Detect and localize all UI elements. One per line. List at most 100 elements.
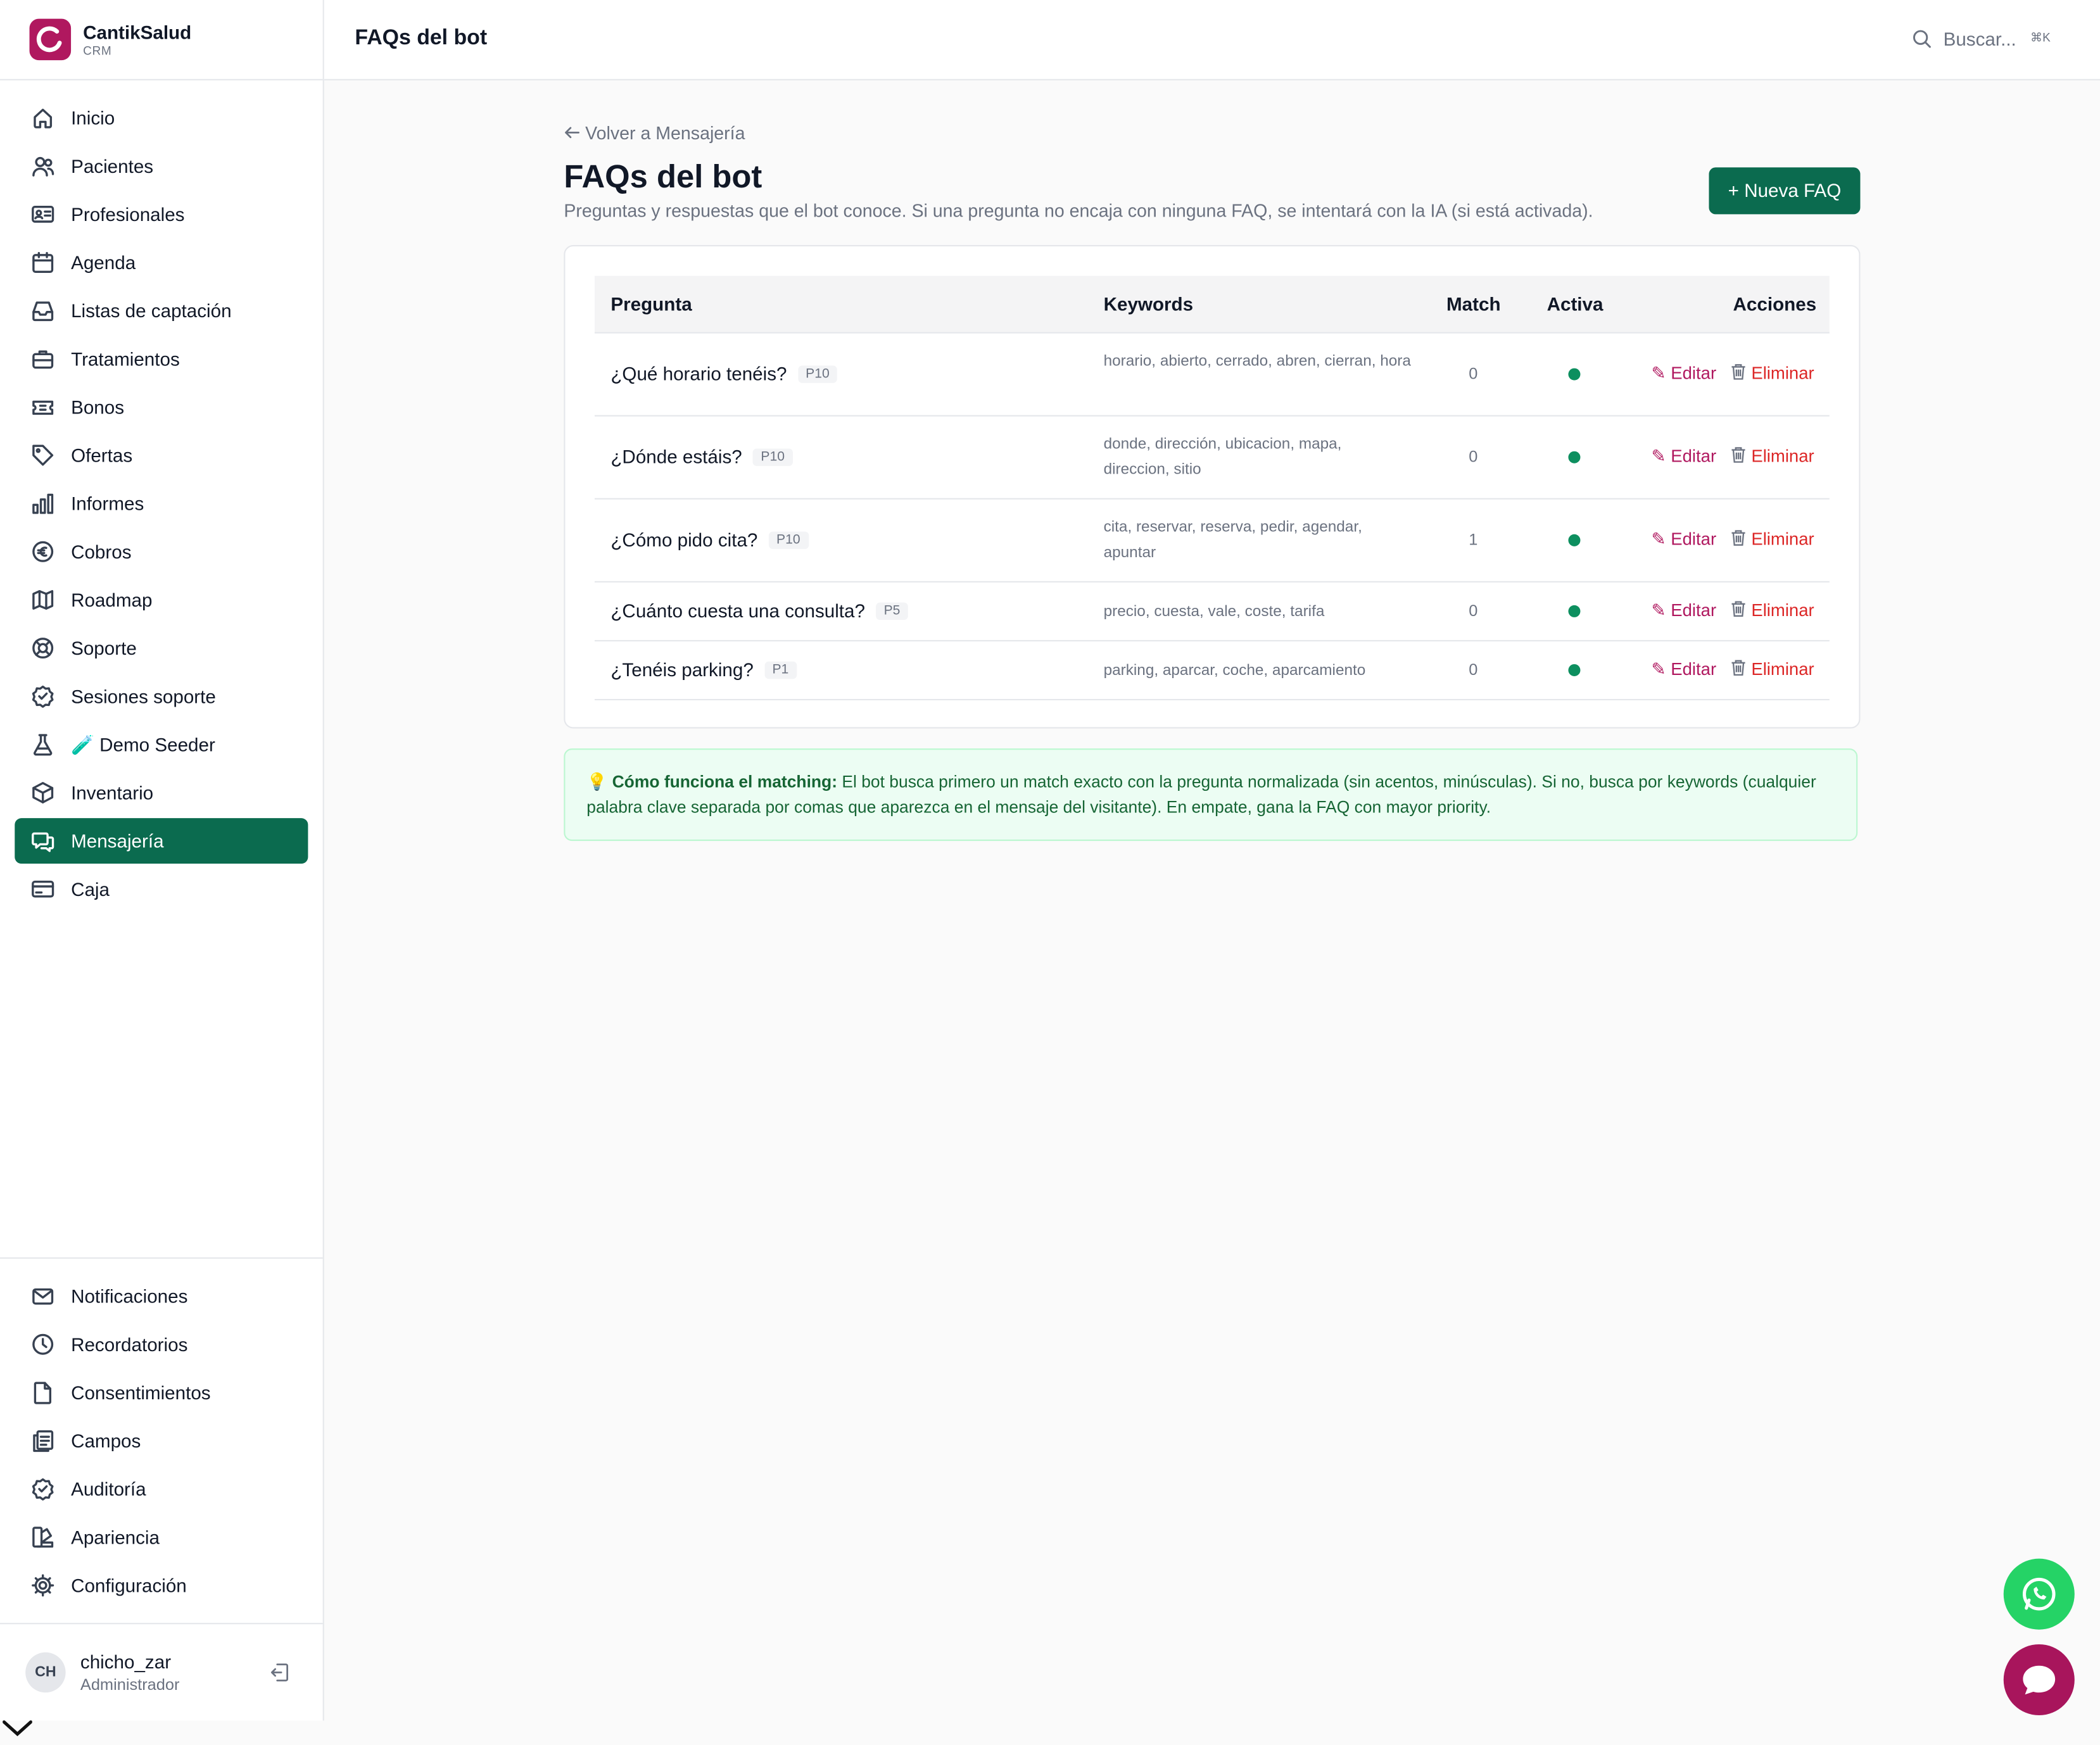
shield-check-icon [31, 1477, 55, 1501]
trash-icon [1730, 362, 1746, 382]
chat-bubble-icon [2023, 1665, 2056, 1695]
sidebar-item-mail[interactable]: Notificaciones [15, 1273, 308, 1319]
page-title: FAQs del bot [564, 159, 762, 196]
logout-icon[interactable] [269, 1661, 291, 1683]
sidebar-item-gear[interactable]: Configuración [15, 1563, 308, 1608]
sidebar-item-credit-card[interactable]: Caja [15, 866, 308, 912]
whatsapp-button[interactable] [2003, 1558, 2075, 1630]
avatar[interactable]: CH [25, 1652, 66, 1693]
sidebar-item-ticket[interactable]: Bonos [15, 384, 308, 430]
back-link[interactable]: Volver a Mensajería [564, 123, 745, 145]
question-text: ¿Qué horario tenéis? [610, 362, 787, 384]
matching-info-box: 💡 Cómo funciona el matching: El bot busc… [564, 748, 1858, 841]
sidebar-divider [0, 1257, 323, 1259]
question-text: ¿Cómo pido cita? [610, 528, 758, 550]
question-text: ¿Dónde estáis? [610, 445, 742, 467]
faq-keywords: cita, reservar, reserva, pedir, agendar,… [1103, 519, 1362, 561]
sidebar-item-lifebuoy[interactable]: Soporte [15, 626, 308, 671]
sidebar-item-label: Sesiones soporte [71, 685, 216, 707]
search-input[interactable]: Buscar... ⌘K [1911, 24, 2059, 56]
edit-button[interactable]: ✎ Editar [1652, 658, 1717, 679]
edit-button[interactable]: ✎ Editar [1652, 528, 1717, 550]
sidebar-item-flask[interactable]: 🧪 Demo Seeder [15, 722, 308, 767]
faq-question: ¿Dónde estáis? P10 [610, 445, 793, 467]
chevron-down-icon[interactable] [2, 1719, 33, 1738]
edit-button[interactable]: ✎ Editar [1652, 445, 1717, 467]
edit-label: Editar [1671, 362, 1717, 382]
sidebar-item-inbox[interactable]: Listas de captación [15, 288, 308, 334]
sidebar-item-tag[interactable]: Ofertas [15, 432, 308, 478]
sidebar-item-chat[interactable]: Mensajería [15, 818, 308, 864]
active-status-dot [1568, 534, 1581, 546]
brand-logo[interactable] [29, 18, 72, 61]
delete-button[interactable]: Eliminar [1730, 528, 1814, 548]
header-actions: Acciones [1733, 293, 1817, 315]
sidebar-item-bar-chart[interactable]: Informes [15, 481, 308, 526]
edit-label: Editar [1671, 528, 1717, 549]
sidebar-item-briefcase[interactable]: Tratamientos [15, 336, 308, 382]
sidebar-item-users[interactable]: Pacientes [15, 143, 308, 189]
delete-label: Eliminar [1751, 599, 1814, 620]
sidebar-item-shield-check[interactable]: Auditoría [15, 1466, 308, 1512]
sidebar-item-label: Auditoría [71, 1478, 146, 1500]
priority-badge: P10 [752, 449, 793, 467]
sidebar-item-label: Listas de captación [71, 299, 232, 322]
sidebar-item-check-badge[interactable]: Sesiones soporte [15, 674, 308, 719]
trash-icon [1730, 658, 1746, 678]
sidebar-item-box[interactable]: Inventario [15, 770, 308, 816]
match-count: 1 [1469, 529, 1478, 549]
delete-button[interactable]: Eliminar [1730, 445, 1814, 465]
trash-icon [1730, 599, 1746, 619]
sidebar-item-label: Profesionales [71, 203, 185, 225]
chat-widget-button[interactable] [2003, 1644, 2075, 1716]
sidebar-item-map[interactable]: Roadmap [15, 577, 308, 622]
back-link-label: Volver a Mensajería [585, 123, 745, 144]
new-faq-button[interactable]: + Nueva FAQ [1709, 167, 1861, 215]
calendar-icon [31, 250, 55, 274]
users-icon [31, 154, 55, 178]
delete-label: Eliminar [1751, 528, 1814, 549]
delete-button[interactable]: Eliminar [1730, 599, 1814, 619]
sidebar-item-label: Informes [71, 493, 144, 515]
briefcase-icon [31, 347, 55, 371]
sidebar-item-euro[interactable]: Cobros [15, 529, 308, 574]
brand-name: CantikSalud [83, 21, 192, 43]
delete-button[interactable]: Eliminar [1730, 362, 1814, 382]
sidebar-item-calendar[interactable]: Agenda [15, 240, 308, 286]
keyboard-shortcut: ⌘K [2030, 30, 2051, 44]
pencil-icon: ✎ [1651, 528, 1666, 549]
edit-button[interactable]: ✎ Editar [1652, 362, 1717, 384]
sidebar-item-clipboard[interactable]: Campos [15, 1418, 308, 1464]
sidebar-item-label: Mensajería [71, 830, 164, 852]
id-card-icon [31, 202, 55, 226]
edit-label: Editar [1671, 599, 1717, 620]
sidebar-item-label: Notificaciones [71, 1285, 188, 1307]
sidebar-item-label: Apariencia [71, 1526, 160, 1548]
home-icon [31, 106, 55, 130]
user-role: Administrador [80, 1675, 180, 1694]
mail-icon [31, 1284, 55, 1308]
sidebar-item-label: Pacientes [71, 155, 154, 177]
inbox-icon [31, 299, 55, 323]
edit-button[interactable]: ✎ Editar [1652, 599, 1717, 621]
priority-badge: P1 [764, 662, 797, 679]
faq-question: ¿Tenéis parking? P1 [610, 658, 797, 679]
map-icon [31, 588, 55, 612]
sidebar-item-label: Inventario [71, 782, 154, 803]
sidebar-item-home[interactable]: Inicio [15, 95, 308, 141]
faq-keywords: horario, abierto, cerrado, abren, cierra… [1103, 353, 1411, 369]
clock-icon [31, 1332, 55, 1356]
info-title: Cómo funciona el matching: [612, 772, 838, 791]
arrow-left-icon [564, 125, 579, 145]
sidebar-item-label: Consentimientos [71, 1382, 211, 1404]
faq-keywords: donde, dirección, ubicacion, mapa, direc… [1103, 436, 1342, 477]
sidebar-item-palette[interactable]: Apariencia [15, 1515, 308, 1560]
trash-icon [1730, 445, 1746, 465]
sidebar-item-file[interactable]: Consentimientos [15, 1370, 308, 1415]
box-icon [31, 781, 55, 805]
delete-button[interactable]: Eliminar [1730, 658, 1814, 678]
sidebar-item-id-card[interactable]: Profesionales [15, 191, 308, 237]
header-keywords: Keywords [1103, 293, 1194, 315]
question-text: ¿Cuánto cuesta una consulta? [610, 599, 865, 621]
sidebar-item-clock[interactable]: Recordatorios [15, 1321, 308, 1367]
